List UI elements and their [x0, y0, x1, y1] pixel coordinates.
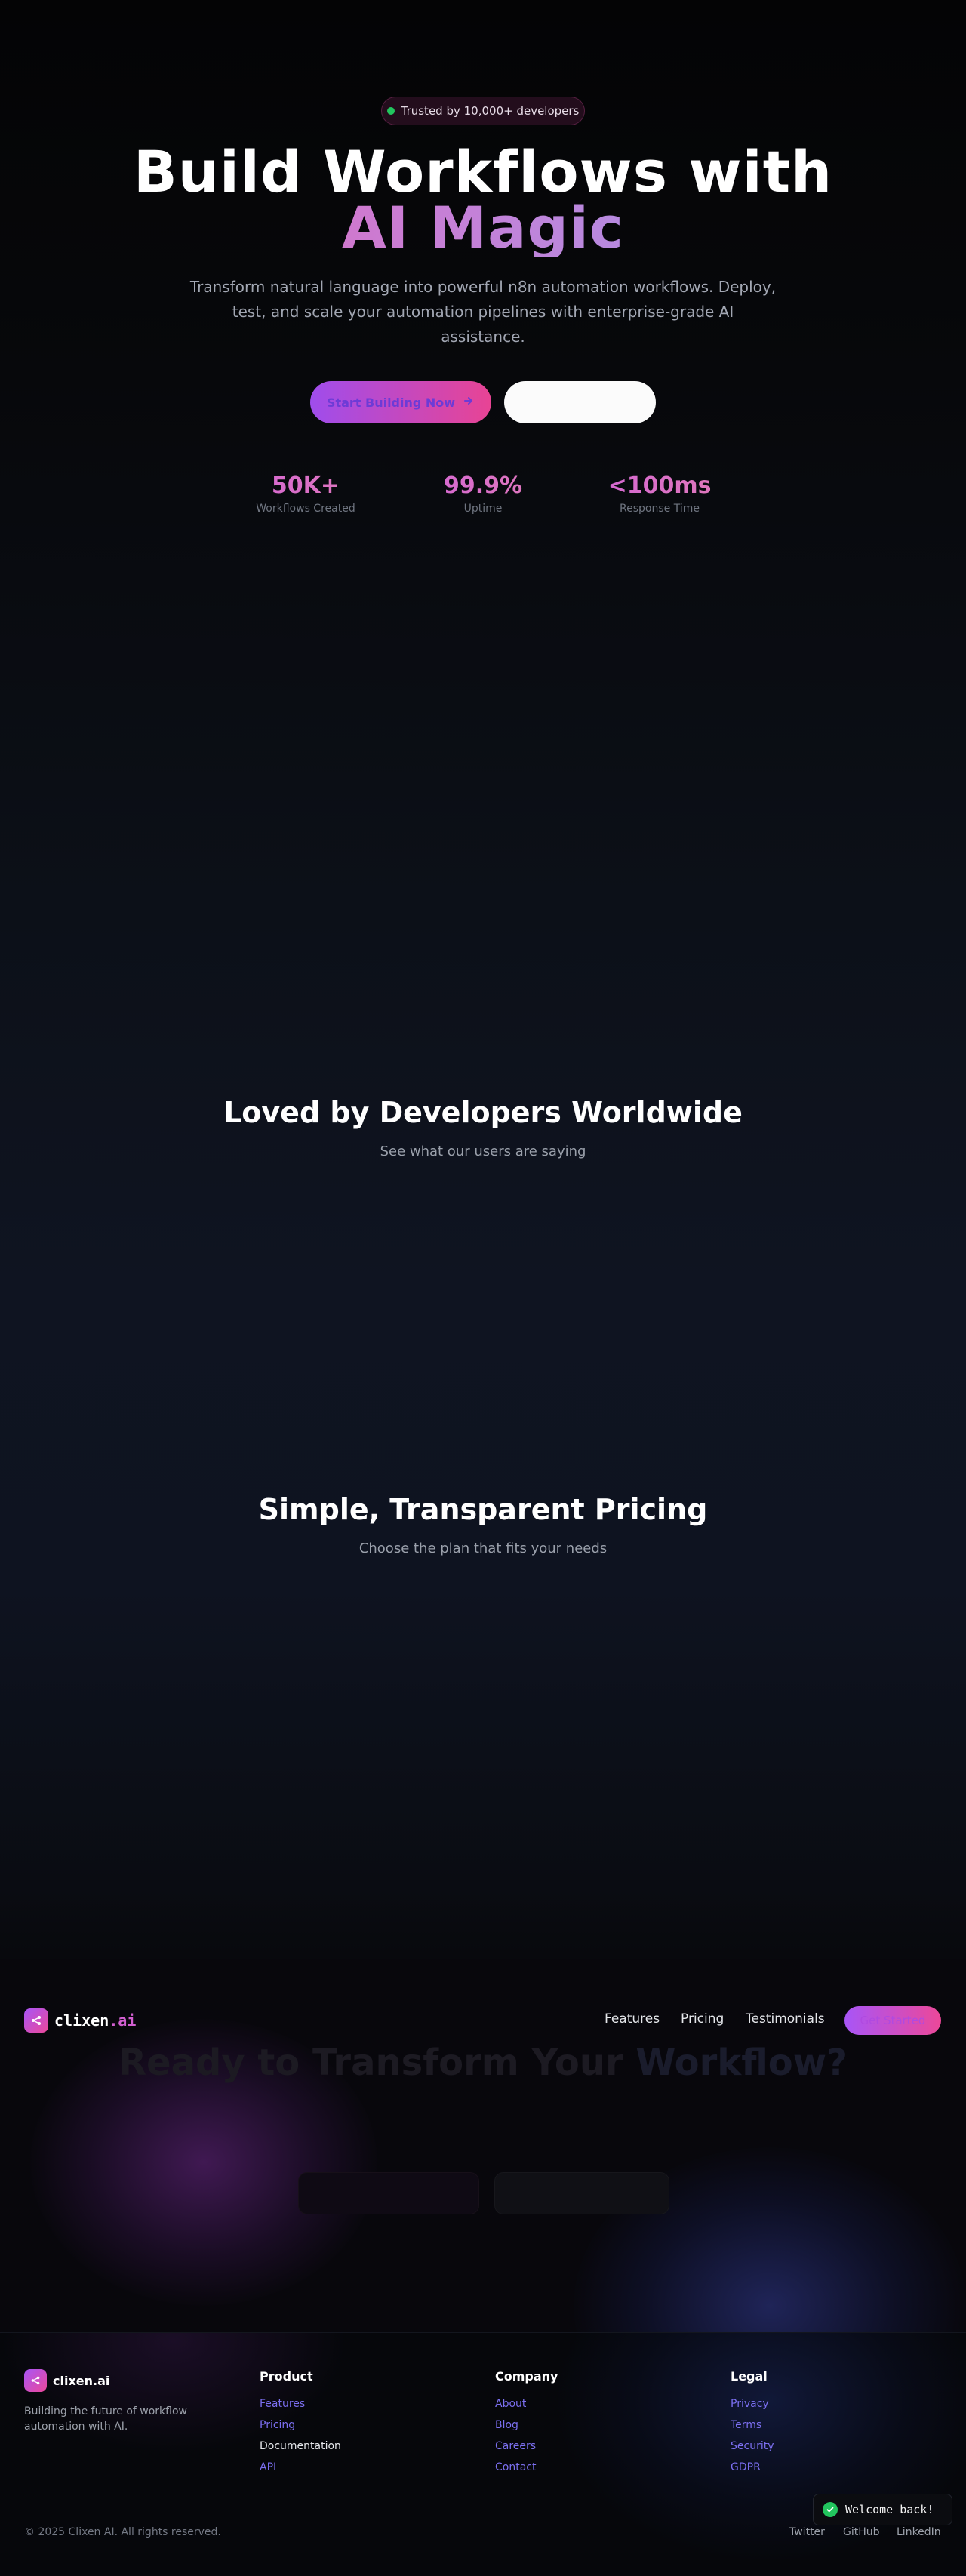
- footer-column-company: Company About Blog Careers Contact: [495, 2369, 558, 2481]
- cta-band-primary-button[interactable]: [298, 2172, 479, 2214]
- stat-value: 50K+: [230, 472, 381, 500]
- footer-link-privacy[interactable]: Privacy: [731, 2396, 774, 2418]
- stat-workflows: 50K+ Workflows Created: [230, 472, 381, 515]
- footer-column-title: Company: [495, 2369, 558, 2384]
- footer-column-product: Product Features Pricing Documentation A…: [260, 2369, 341, 2481]
- start-building-label: Start Building Now: [326, 395, 456, 410]
- footer-link-documentation[interactable]: Documentation: [260, 2439, 341, 2460]
- footer-column-title: Legal: [731, 2369, 768, 2384]
- welcome-toast[interactable]: Welcome back!: [813, 2494, 952, 2525]
- trusted-badge: Trusted by 10,000+ developers: [381, 97, 585, 125]
- pricing-title: Simple, Transparent Pricing: [258, 1493, 708, 1526]
- hero-title-line2: AI Magic: [0, 199, 966, 257]
- stat-value: 99.9%: [408, 472, 558, 500]
- stat-value: <100ms: [584, 472, 735, 500]
- pricing-subtitle: Choose the plan that fits your needs: [358, 1540, 608, 1556]
- footer-link-pricing[interactable]: Pricing: [260, 2418, 341, 2439]
- nav-link-pricing[interactable]: Pricing: [681, 2011, 724, 2027]
- start-building-button[interactable]: Start Building Now: [310, 381, 491, 423]
- stat-label: Workflows Created: [256, 503, 355, 515]
- social-link-github[interactable]: GitHub: [843, 2526, 880, 2538]
- logo-text: clixen.ai: [54, 2011, 136, 2030]
- stat-label: Response Time: [620, 503, 700, 515]
- footer-column-legal: Legal Privacy Terms Security GDPR: [731, 2369, 774, 2481]
- nav-link-testimonials[interactable]: Testimonials: [746, 2011, 825, 2027]
- get-started-label: Get Started: [860, 2014, 926, 2027]
- stat-uptime: 99.9% Uptime: [408, 472, 558, 515]
- watch-demo-button[interactable]: Watch Demo: [504, 381, 656, 423]
- get-started-button[interactable]: Get Started: [844, 2006, 941, 2035]
- stat-label: Uptime: [463, 503, 503, 515]
- footer-tagline: Building the future of workflow automati…: [24, 2405, 188, 2433]
- hero-title-line1: Build Workflows with: [133, 138, 833, 205]
- cta-band-secondary-button[interactable]: [494, 2172, 669, 2214]
- logo-ext: .ai: [109, 2011, 137, 2030]
- footer-link-contact[interactable]: Contact: [495, 2460, 558, 2481]
- footer-column-title: Product: [260, 2369, 313, 2384]
- logo-name: clixen: [54, 2011, 109, 2030]
- footer-logo-text: clixen.ai: [53, 2373, 110, 2388]
- testimonials-subtitle: See what our users are saying: [380, 1143, 586, 1159]
- footer-link-gdpr[interactable]: GDPR: [731, 2460, 774, 2481]
- trusted-badge-text: Trusted by 10,000+ developers: [401, 104, 580, 118]
- cta-band-title-a: Ready to Transform Your: [118, 2042, 623, 2084]
- sparkle-logo-icon: [24, 2008, 48, 2033]
- toast-message: Welcome back!: [845, 2503, 934, 2516]
- testimonials-title: Loved by Developers Worldwide: [223, 1096, 743, 1129]
- hero-subtitle: Transform natural language into powerful…: [189, 278, 777, 346]
- watch-demo-label: Watch Demo: [541, 395, 619, 410]
- landing-page: Trusted by 10,000+ developers Build Work…: [0, 0, 966, 2576]
- sparkle-logo-icon: [24, 2369, 47, 2392]
- nav-link-features[interactable]: Features: [605, 2011, 660, 2027]
- footer-link-terms[interactable]: Terms: [731, 2418, 774, 2439]
- social-link-linkedin[interactable]: LinkedIn: [897, 2526, 941, 2538]
- hero-title: Build Workflows with AI Magic: [0, 143, 966, 257]
- cta-band-title: Ready to Transform Your Workflow?: [0, 2042, 966, 2084]
- footer-logo[interactable]: clixen.ai: [24, 2369, 109, 2392]
- check-circle-icon: [823, 2502, 838, 2517]
- cta-band-title-b: Workflow?: [635, 2042, 848, 2084]
- copyright: © 2025 Clixen AI. All rights reserved.: [24, 2526, 221, 2538]
- footer-link-careers[interactable]: Careers: [495, 2439, 558, 2460]
- navbar-logo[interactable]: clixen.ai: [24, 2008, 136, 2033]
- footer-link-about[interactable]: About: [495, 2396, 558, 2418]
- social-link-twitter[interactable]: Twitter: [789, 2526, 825, 2538]
- footer: clixen.ai Building the future of workflo…: [0, 2332, 966, 2576]
- footer-link-blog[interactable]: Blog: [495, 2418, 558, 2439]
- stat-response-time: <100ms Response Time: [584, 472, 735, 515]
- arrow-right-icon: [463, 395, 475, 410]
- footer-link-features[interactable]: Features: [260, 2396, 341, 2418]
- footer-link-security[interactable]: Security: [731, 2439, 774, 2460]
- footer-link-api[interactable]: API: [260, 2460, 341, 2481]
- status-dot-icon: [386, 107, 395, 115]
